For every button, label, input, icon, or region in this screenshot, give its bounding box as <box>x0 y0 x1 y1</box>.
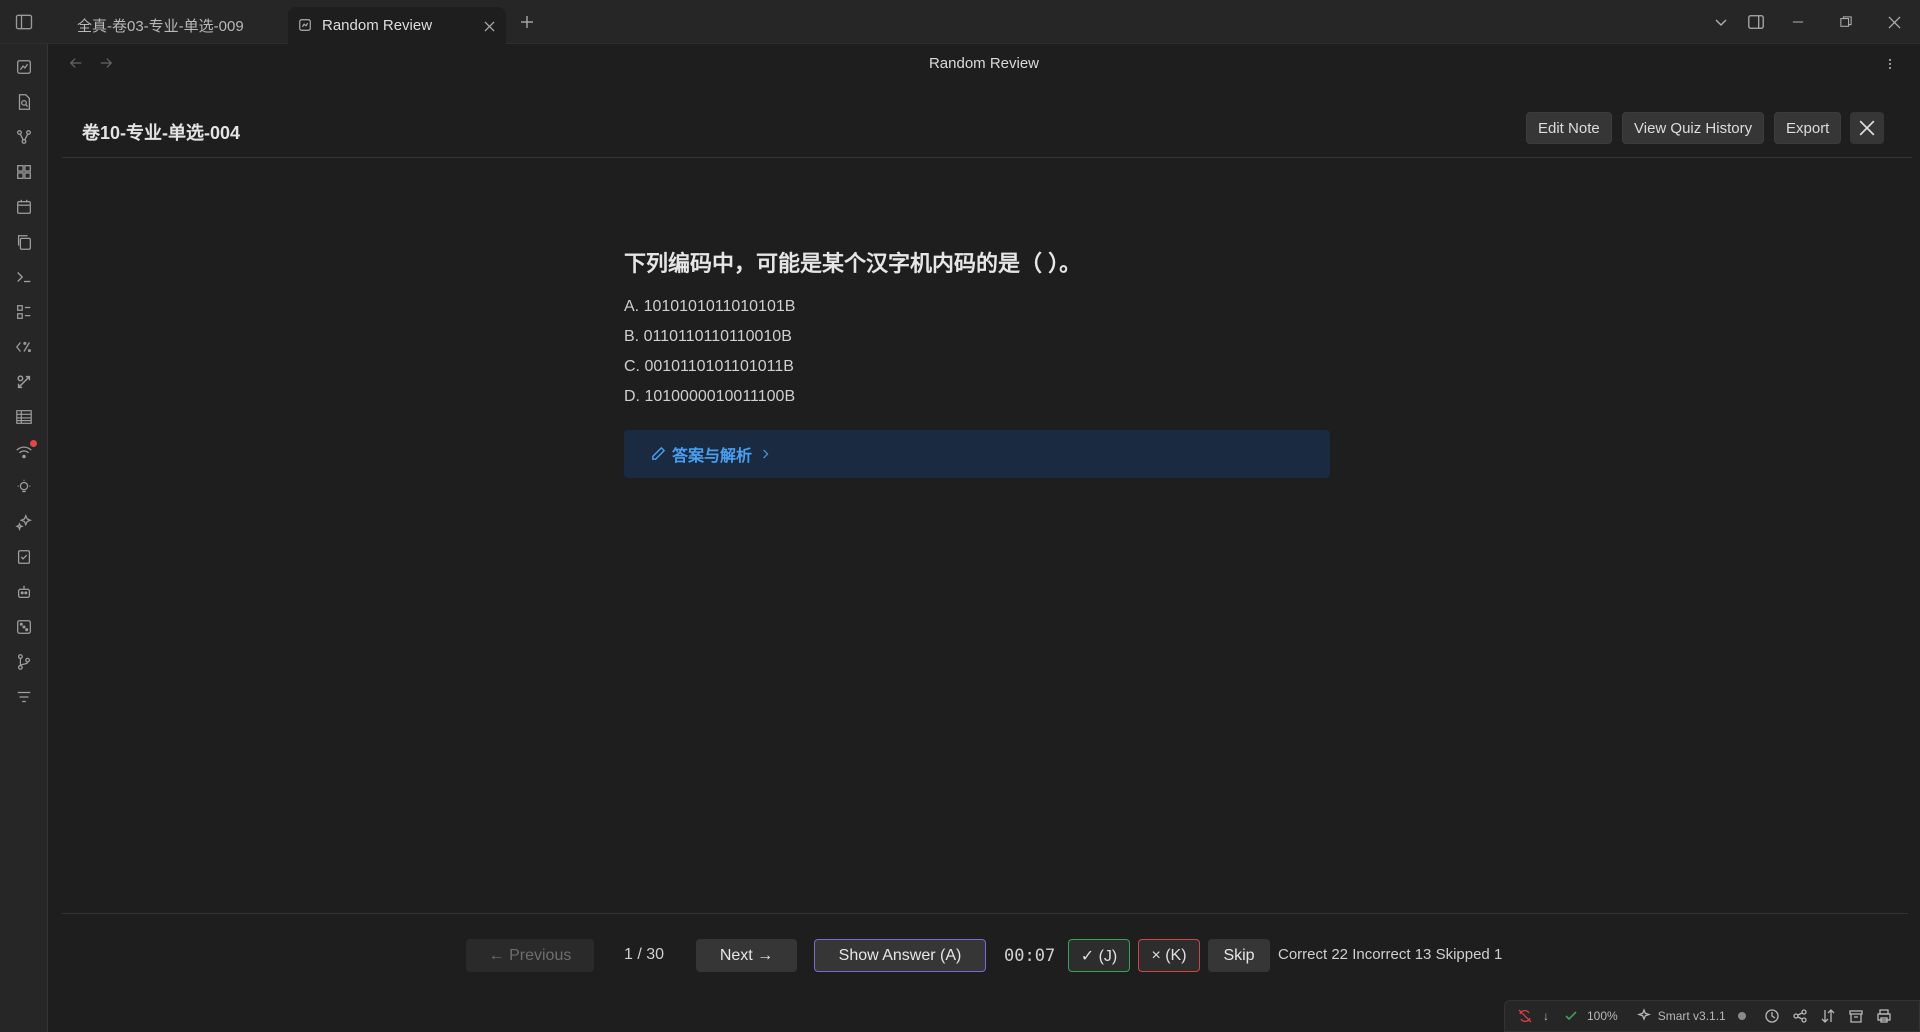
tab-label: Random Review <box>322 17 433 34</box>
down-arrow[interactable]: ↓ <box>1543 1009 1549 1023</box>
right-sidebar-toggle-icon[interactable] <box>1744 10 1768 34</box>
sparkles-icon[interactable] <box>13 511 35 533</box>
new-tab-icon[interactable] <box>516 10 538 34</box>
lightbulb-icon[interactable] <box>13 476 35 498</box>
sidebar-toggle-icon[interactable] <box>12 10 36 34</box>
view-header: Random Review <box>48 44 1920 84</box>
status-bar: ↓ 100% Smart v3.1.1 <box>1504 1000 1920 1032</box>
quiz-header: 卷10-专业-单选-004 Edit Note View Quiz Histor… <box>62 104 1912 158</box>
export-button[interactable]: Export <box>1774 112 1842 144</box>
history-icon[interactable] <box>1764 1008 1780 1024</box>
pencil-icon <box>650 445 668 463</box>
review-icon <box>298 18 314 34</box>
notification-dot <box>30 440 37 447</box>
close-window-icon[interactable] <box>1882 10 1906 34</box>
title-bar: 全真-卷03-专业-单选-009 Random Review <box>0 0 1920 44</box>
quiz-check-icon[interactable] <box>13 546 35 568</box>
skip-button[interactable]: Skip <box>1208 939 1270 972</box>
terminal-icon[interactable] <box>13 266 35 288</box>
close-tab-icon[interactable] <box>480 17 498 35</box>
zoom-level[interactable]: 100% <box>1587 1009 1618 1023</box>
show-answer-button[interactable]: Show Answer (A) <box>814 939 986 972</box>
random-review-icon[interactable] <box>13 56 35 78</box>
answer-explanation-toggle[interactable]: 答案与解析 <box>624 430 1330 478</box>
robot-icon[interactable] <box>13 581 35 603</box>
tab-random-review[interactable]: Random Review <box>288 7 506 44</box>
canvas-icon[interactable] <box>13 161 35 183</box>
archive-icon[interactable] <box>1848 1008 1864 1024</box>
left-ribbon <box>0 44 48 1032</box>
more-options-icon[interactable] <box>1880 54 1900 74</box>
filter-icon[interactable] <box>13 686 35 708</box>
dice-icon[interactable] <box>13 616 35 638</box>
check-icon[interactable] <box>1563 1008 1579 1024</box>
mark-incorrect-button[interactable]: × (K) <box>1138 939 1200 972</box>
view-quiz-history-button[interactable]: View Quiz History <box>1622 112 1765 144</box>
edit-note-button[interactable]: Edit Note <box>1526 112 1612 144</box>
restore-icon[interactable] <box>1834 10 1858 34</box>
search-file-icon[interactable] <box>13 91 35 113</box>
printer-icon[interactable] <box>1876 1008 1892 1024</box>
score-stats: Correct 22 Incorrect 13 Skipped 1 <box>1278 946 1503 963</box>
view-title: Random Review <box>928 55 1040 72</box>
option-c: C. 0010110101101011B <box>624 358 794 375</box>
answer-label: 答案与解析 <box>672 448 753 465</box>
sync-wifi-icon[interactable] <box>13 440 37 463</box>
option-a: A. 1010101011010101B <box>624 298 796 315</box>
tab-label: 全真-卷03-专业-单选-009 <box>77 18 244 35</box>
note-title: 卷10-专业-单选-004 <box>82 123 241 143</box>
minimize-icon[interactable] <box>1786 10 1810 34</box>
table-icon[interactable] <box>13 406 35 428</box>
tab-quanzhen[interactable]: 全真-卷03-专业-单选-009 <box>62 7 284 44</box>
tab-list-chevron-icon[interactable] <box>1709 10 1733 34</box>
timer: 00:07 <box>1004 946 1056 966</box>
footer-divider <box>62 913 1908 914</box>
option-d: D. 1010000010011100B <box>624 388 796 405</box>
copy-icon[interactable] <box>13 231 35 253</box>
page-indicator: 1 / 30 <box>624 946 665 963</box>
question-text: 下列编码中，可能是某个汉字机内码的是（ ）。 <box>624 251 1082 276</box>
smart-connections-icon[interactable] <box>1636 1008 1652 1024</box>
next-button[interactable]: Next → <box>696 939 797 972</box>
share-icon[interactable] <box>1792 1008 1808 1024</box>
chevron-right-icon <box>762 448 770 460</box>
status-dot-icon <box>1734 1008 1750 1024</box>
mark-correct-button[interactable]: ✓ (J) <box>1068 939 1130 972</box>
option-b: B. 0110110110110010B <box>624 328 792 345</box>
sort-icon[interactable] <box>1820 1008 1836 1024</box>
calendar-icon[interactable] <box>13 196 35 218</box>
checklist-icon[interactable] <box>13 301 35 323</box>
close-quiz-icon[interactable] <box>1850 112 1884 144</box>
previous-button[interactable]: ← Previous <box>466 939 594 972</box>
plugin-version[interactable]: Smart v3.1.1 <box>1658 1009 1726 1023</box>
template-icon[interactable] <box>13 336 35 358</box>
tools-icon[interactable] <box>13 371 35 393</box>
git-branch-icon[interactable] <box>13 651 35 673</box>
question-panel: 下列编码中，可能是某个汉字机内码的是（ ）。 A. 10101010110101… <box>624 246 1330 478</box>
graph-view-icon[interactable] <box>13 126 35 148</box>
sync-error-icon[interactable] <box>1517 1008 1533 1024</box>
